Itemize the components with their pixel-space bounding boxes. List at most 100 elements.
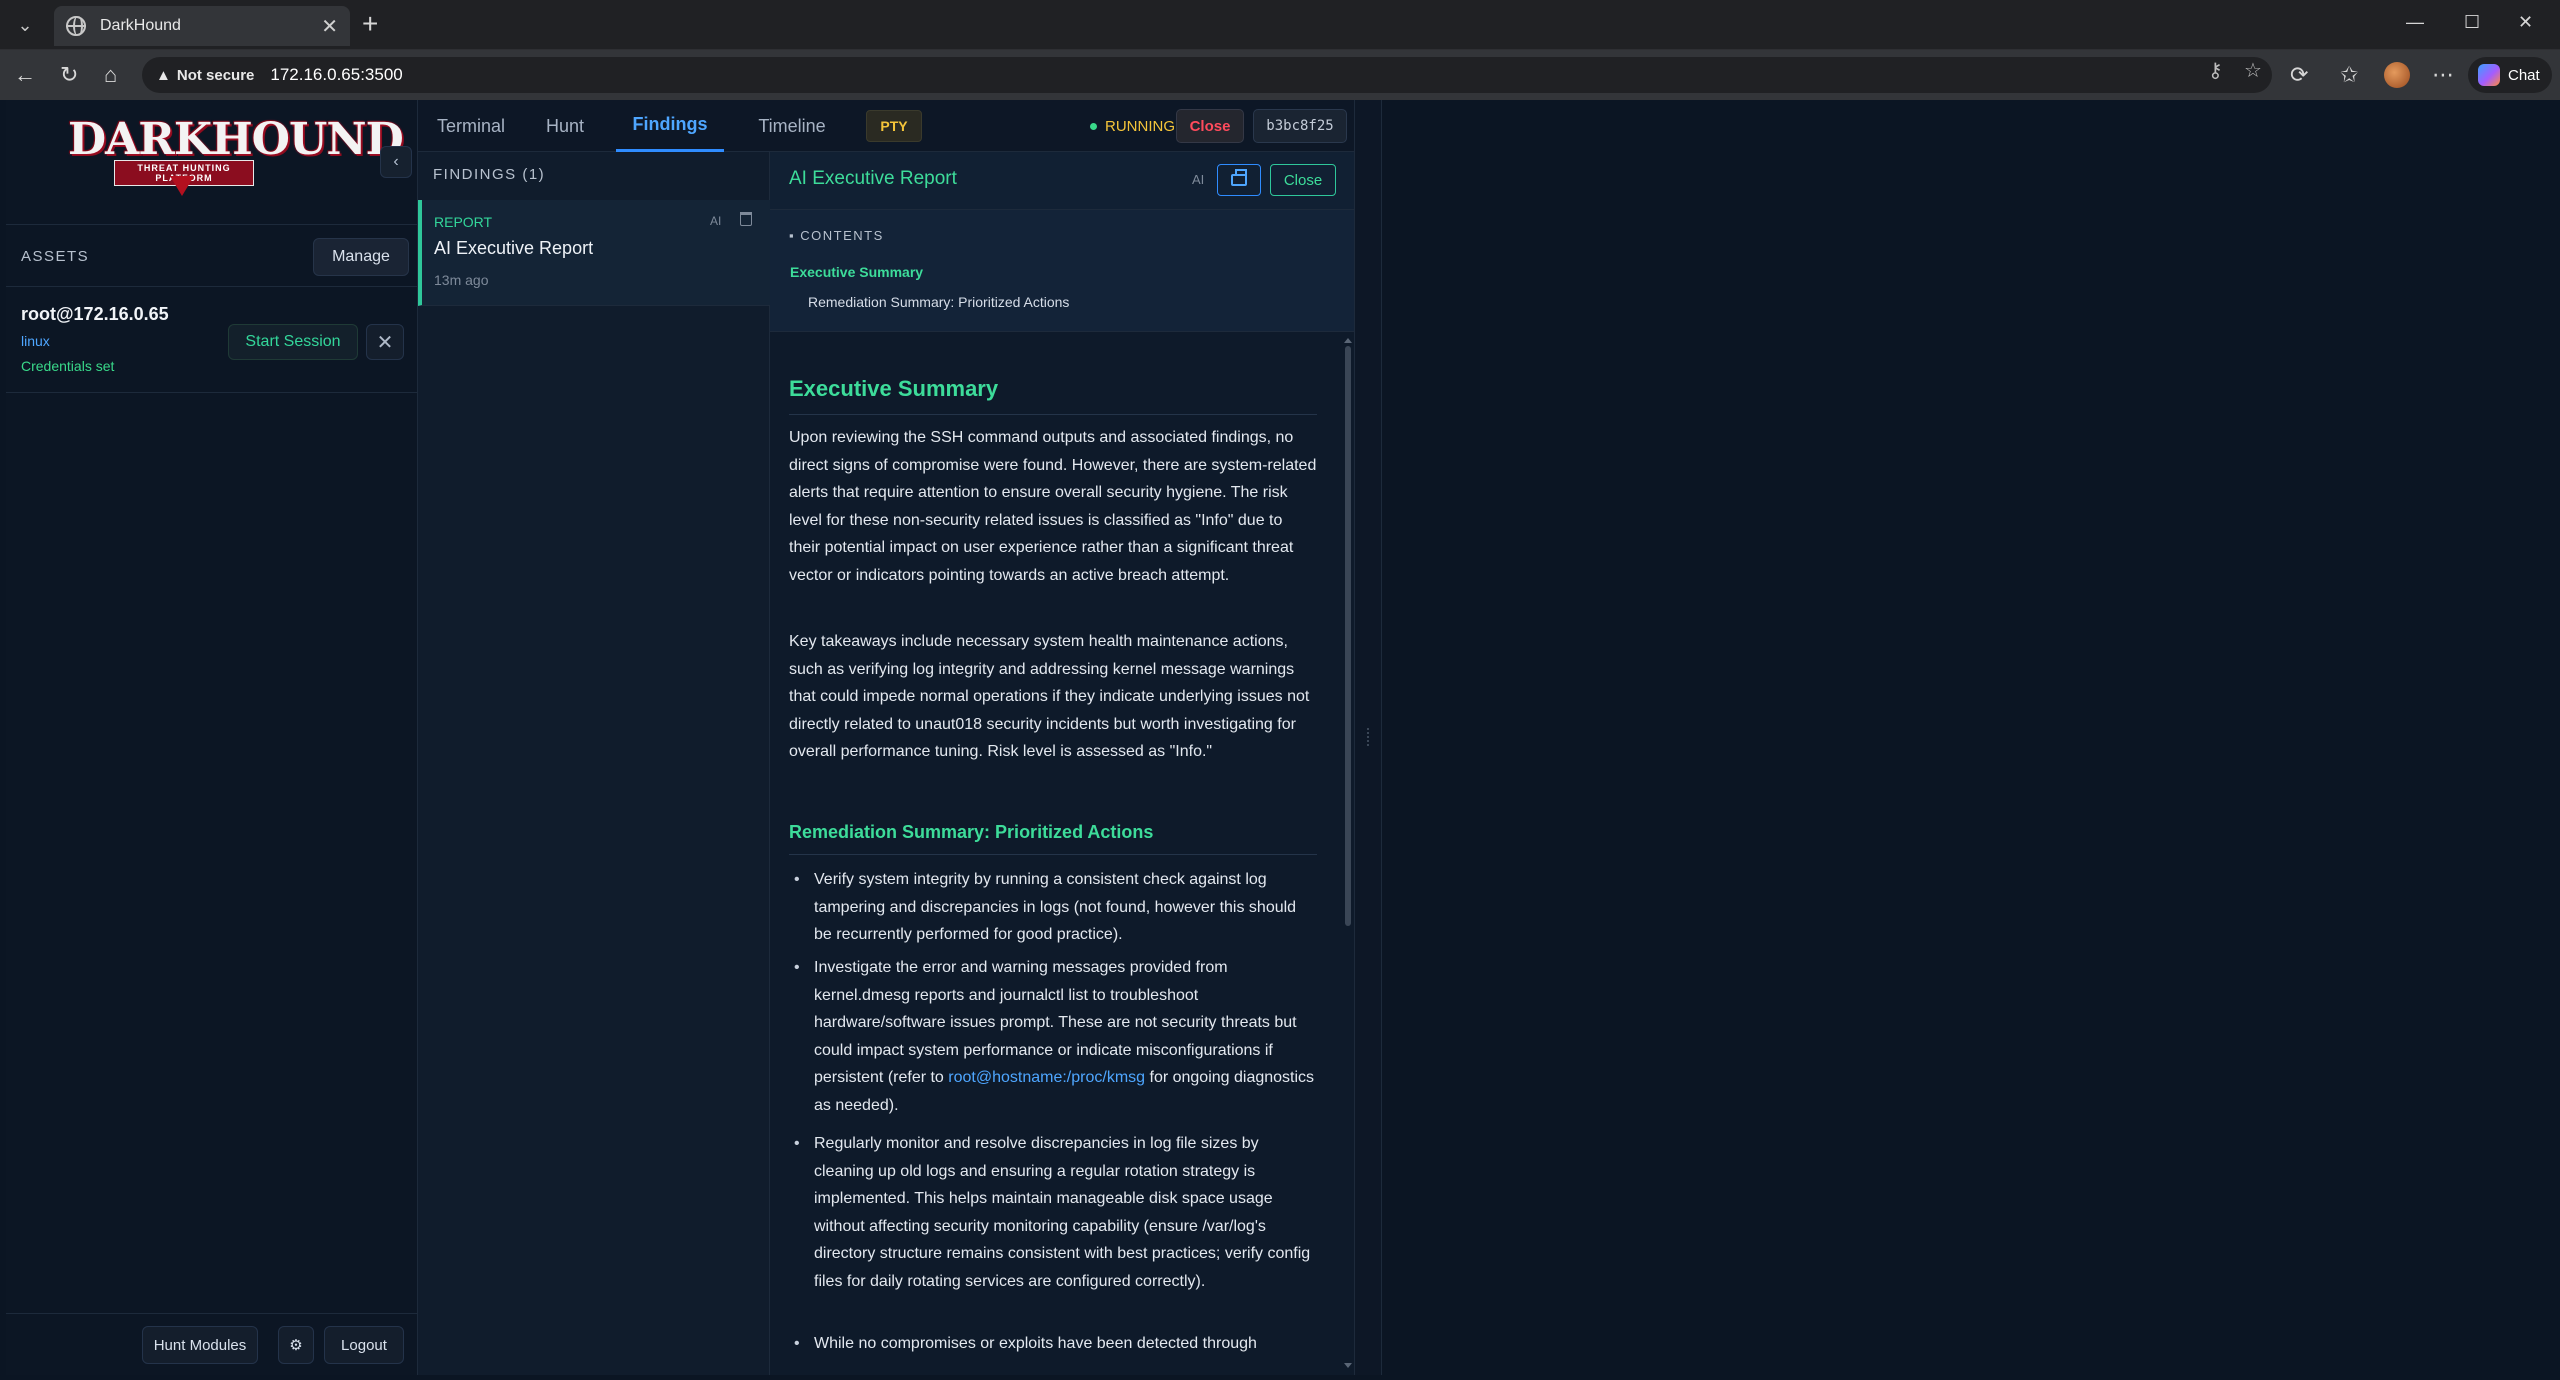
toc-heading-label: CONTENTS	[800, 228, 884, 243]
tab-timeline[interactable]: Timeline	[736, 100, 848, 152]
asset-os: linux	[21, 333, 50, 349]
finding-title: AI Executive Report	[434, 238, 594, 258]
scrollbar-thumb[interactable]	[1345, 346, 1351, 926]
sidebar-footer: Hunt Modules ⚙ Logout	[6, 1313, 418, 1375]
chat-label: Chat	[2508, 66, 2540, 84]
scroll-down-icon[interactable]	[1344, 1363, 1352, 1368]
copilot-icon	[2478, 64, 2500, 86]
minimize-icon[interactable]: —	[2406, 12, 2424, 33]
tab-hunt[interactable]: Hunt	[524, 100, 606, 152]
favorites-icon[interactable]: ✩	[2340, 62, 2358, 88]
globe-icon	[66, 16, 86, 36]
tab-terminal[interactable]: Terminal	[418, 100, 524, 152]
finding-item[interactable]: REPORT AI AI Executive Report 13m ago	[418, 200, 770, 306]
report-scrollbar[interactable]	[1344, 338, 1352, 1368]
close-report-button[interactable]: Close	[1270, 164, 1336, 196]
divider	[6, 286, 418, 287]
findings-heading: FINDINGS (1)	[433, 166, 546, 183]
maximize-icon[interactable]: ☐	[2464, 12, 2480, 33]
finding-age: 13m ago	[434, 272, 489, 288]
list-item-text: Investigate the error and warning messag…	[814, 959, 1297, 1086]
close-tab-icon[interactable]: ✕	[321, 14, 338, 39]
browser-tab[interactable]: DarkHound ✕	[54, 6, 350, 46]
browser-address-bar: ← ↻ ⌂ ▲ Not secure 172.16.0.65:3500 ⚷ ☆ …	[0, 50, 2560, 100]
toc-link-remediation[interactable]: Remediation Summary: Prioritized Actions	[808, 294, 1069, 310]
session-status: RUNNING	[1090, 100, 1175, 152]
url-field[interactable]: ▲ Not secure 172.16.0.65:3500	[142, 57, 2272, 93]
scroll-up-icon[interactable]	[1344, 338, 1352, 343]
tab-title: DarkHound	[100, 17, 181, 34]
session-id-badge: b3bc8f25	[1253, 109, 1347, 143]
security-label[interactable]: Not secure	[177, 67, 255, 84]
pty-mode-badge: PTY	[866, 110, 922, 142]
toc-link-executive-summary[interactable]: Executive Summary	[790, 264, 923, 280]
tab-findings[interactable]: Findings	[616, 100, 724, 152]
toc-heading[interactable]: ▪ CONTENTS	[789, 228, 884, 243]
darkhound-logo: DARKHOUND THREAT HUNTING PLATFORM	[68, 114, 404, 198]
list-item: Regularly monitor and resolve discrepanc…	[794, 1130, 1316, 1295]
report-title: AI Executive Report	[789, 168, 957, 189]
browser-tabbar: ⌄ DarkHound ✕ + — ☐ ✕	[0, 0, 2560, 50]
remove-asset-button[interactable]: ✕	[366, 324, 404, 360]
status-text: RUNNING	[1105, 117, 1175, 135]
finding-type: REPORT	[434, 214, 493, 230]
findings-list-panel: FINDINGS (1) REPORT AI AI Executive Repo…	[418, 152, 770, 1375]
remediation-heading: Remediation Summary: Prioritized Actions	[789, 822, 1154, 842]
ai-badge: AI	[710, 214, 722, 228]
sidebar: DARKHOUND THREAT HUNTING PLATFORM ‹ ASSE…	[6, 100, 418, 1375]
report-viewer: AI Executive Report AI Close ▪ CONTENTS …	[770, 152, 1354, 1375]
reload-icon[interactable]: ↻	[60, 63, 78, 87]
printer-icon	[1231, 169, 1247, 186]
divider	[6, 392, 418, 393]
darkhound-app: DARKHOUND THREAT HUNTING PLATFORM ‹ ASSE…	[6, 100, 2554, 1375]
extensions-icon[interactable]: ⟳	[2290, 62, 2308, 88]
list-item: Investigate the error and warning messag…	[794, 954, 1316, 1119]
profile-avatar[interactable]	[2384, 62, 2410, 88]
report-body[interactable]: Executive Summary Upon reviewing the SSH…	[770, 332, 1354, 1375]
back-arrow-icon[interactable]: ←	[14, 63, 36, 87]
list-item: Verify system integrity by running a con…	[794, 866, 1316, 949]
status-dot-icon	[1090, 122, 1097, 130]
divider	[6, 224, 418, 225]
assets-heading: ASSETS	[21, 248, 90, 265]
kmsg-path-link[interactable]: root@hostname:/proc/kmsg	[948, 1069, 1145, 1086]
list-item: While no compromises or exploits have be…	[794, 1330, 1316, 1358]
panel-resize-handle[interactable]	[1354, 100, 1382, 1375]
start-session-button[interactable]: Start Session	[228, 324, 358, 360]
gear-icon: ⚙	[289, 1337, 303, 1354]
report-header: AI Executive Report AI Close	[770, 152, 1354, 210]
close-icon: ✕	[376, 331, 394, 354]
drag-handle-icon	[1367, 728, 1369, 746]
right-panel	[1382, 100, 2554, 1375]
trash-icon[interactable]	[740, 212, 752, 226]
settings-button[interactable]: ⚙	[278, 1326, 314, 1364]
tab-list-menu-button[interactable]: ⌄	[8, 10, 42, 40]
manage-assets-button[interactable]: Manage	[313, 238, 409, 276]
divider	[789, 414, 1317, 415]
main-top-nav: Terminal Hunt Findings Timeline PTY RUNN…	[418, 100, 1354, 152]
takeaways-paragraph: Key takeaways include necessary system h…	[789, 633, 1310, 760]
url-text: 172.16.0.65:3500	[270, 65, 403, 84]
more-menu-icon[interactable]: ⋯	[2432, 62, 2454, 88]
logout-button[interactable]: Logout	[324, 1326, 404, 1364]
close-window-icon[interactable]: ✕	[2518, 12, 2533, 33]
hunt-modules-button[interactable]: Hunt Modules	[142, 1326, 258, 1364]
key-icon[interactable]: ⚷	[2208, 58, 2223, 83]
asset-credentials-status: Credentials set	[21, 358, 115, 374]
close-session-button[interactable]: Close	[1176, 109, 1244, 143]
print-button[interactable]	[1217, 164, 1261, 196]
asset-host: root@172.16.0.65	[21, 304, 169, 324]
home-icon[interactable]: ⌂	[104, 63, 117, 87]
divider	[789, 854, 1317, 855]
warning-icon: ▲	[156, 66, 171, 84]
collapse-sidebar-button[interactable]: ‹	[380, 146, 412, 178]
logo-shield-icon	[170, 176, 194, 196]
table-of-contents: ▪ CONTENTS Executive Summary Remediation…	[770, 210, 1354, 332]
copilot-chat-button[interactable]: Chat	[2468, 57, 2552, 93]
executive-summary-heading: Executive Summary	[789, 376, 999, 401]
favorite-star-icon[interactable]: ☆	[2244, 58, 2262, 83]
logo-wordmark: DARKHOUND	[68, 114, 404, 165]
new-tab-button[interactable]: +	[362, 10, 378, 38]
chevron-left-icon: ‹	[393, 153, 399, 170]
ai-badge: AI	[1192, 172, 1205, 187]
